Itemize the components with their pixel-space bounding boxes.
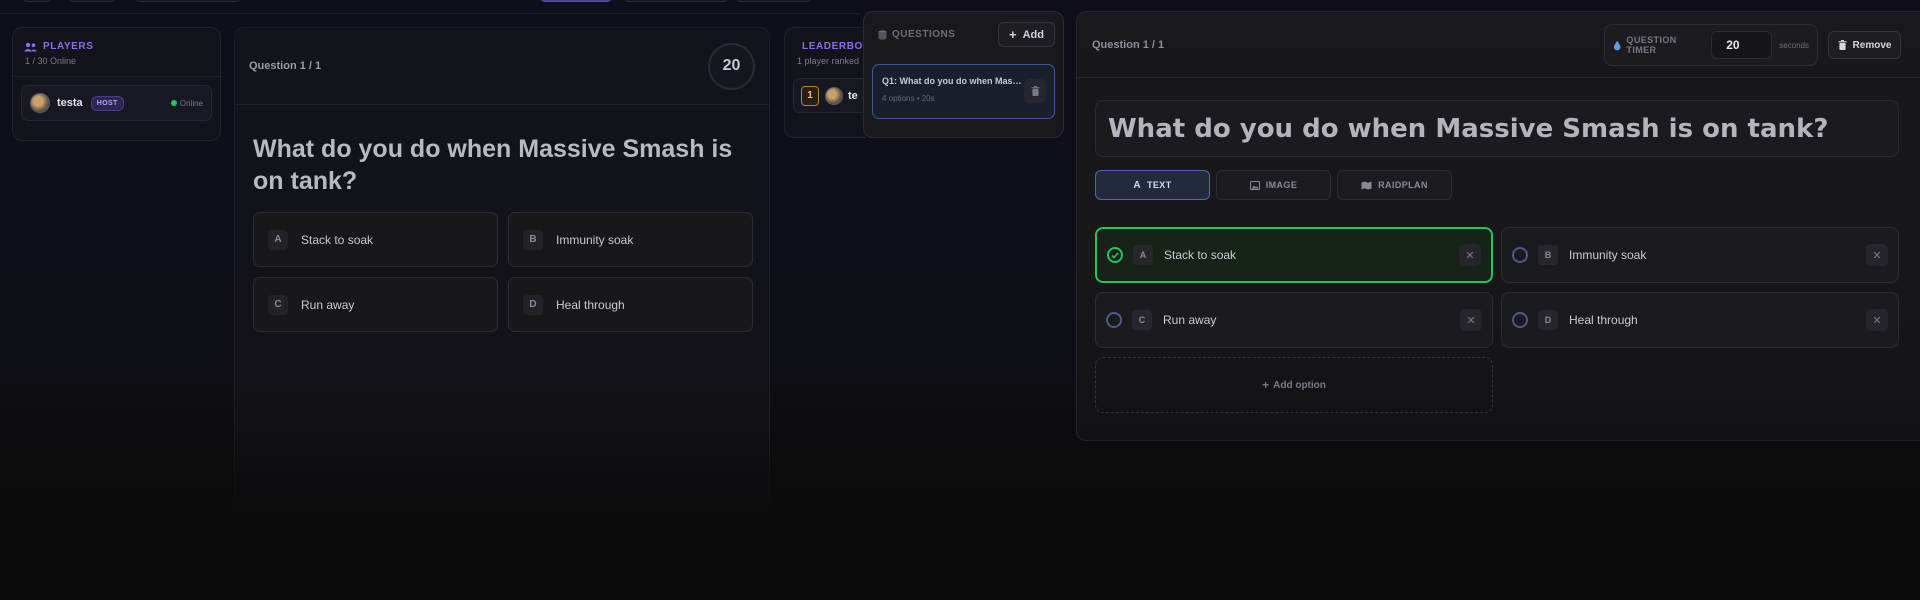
image-icon [1249, 180, 1260, 190]
map-icon [1361, 181, 1372, 189]
option-letter: B [523, 229, 543, 250]
timer-label: QUESTION TIMER [1626, 35, 1677, 55]
answer-options: A Stack to soak B Immunity soak C Run aw… [253, 212, 753, 332]
top-toolbar-strip [0, 0, 860, 14]
answer-option-b[interactable]: B Immunity soak [508, 212, 753, 267]
answer-option-c[interactable]: C Run away [253, 277, 498, 332]
question-item-title: Q1: What do you do when Massive Smash is… [882, 76, 1022, 86]
toolbar-button[interactable] [22, 0, 52, 2]
plus-icon: + [1009, 27, 1017, 42]
countdown-timer: 20 [708, 42, 755, 90]
question-list-item[interactable]: Q1: What do you do when Massive Smash is… [872, 64, 1055, 119]
leaderboard-title: LEADERBO [802, 41, 863, 52]
remove-question-button[interactable]: Remove [1828, 31, 1901, 59]
toolbar-button[interactable] [135, 0, 241, 2]
players-title: PLAYERS [43, 41, 94, 52]
close-icon[interactable]: ✕ [1866, 244, 1888, 266]
leaderboard-row: 1 te [793, 78, 866, 113]
option-label-input[interactable]: Run away [1163, 313, 1216, 327]
questions-title: QUESTIONS [892, 29, 956, 40]
player-name: testa [57, 97, 83, 109]
option-label-input[interactable]: Immunity soak [1569, 248, 1646, 262]
toolbar-active-button[interactable] [540, 0, 612, 2]
option-letter: D [1538, 310, 1558, 330]
close-icon[interactable]: ✕ [1459, 244, 1481, 266]
option-label: Run away [301, 297, 355, 312]
close-icon[interactable]: ✕ [1866, 309, 1888, 331]
option-letter: D [523, 294, 543, 315]
droplet-icon [1613, 40, 1621, 50]
question-text: What do you do when Massive Smash is on … [253, 135, 733, 195]
questions-list-panel: QUESTIONS + Add Q1: What do you do when … [863, 11, 1064, 138]
question-timer-control: QUESTION TIMER 20 seconds [1604, 24, 1818, 66]
timer-input[interactable]: 20 [1711, 31, 1773, 59]
question-counter: Question 1 / 1 [249, 60, 322, 72]
leaderboard-subtitle: 1 player ranked [797, 56, 860, 66]
radio-icon[interactable] [1512, 247, 1528, 263]
database-icon [878, 29, 887, 40]
option-letter: A [268, 229, 288, 250]
option-label-input[interactable]: Heal through [1569, 313, 1638, 327]
correct-check-icon[interactable] [1107, 247, 1123, 263]
close-icon[interactable]: ✕ [1460, 309, 1482, 331]
editor-answer-options: A Stack to soak ✕ B Immunity soak ✕ C Ru… [1095, 227, 1899, 413]
avatar [30, 93, 50, 113]
toolbar-button[interactable] [68, 0, 116, 2]
tab-text[interactable]: A TEXT [1095, 170, 1210, 200]
players-panel: PLAYERS 1 / 30 Online testa HOST Online [12, 27, 221, 141]
option-label: Heal through [556, 297, 625, 312]
question-type-tabs: A TEXT IMAGE RAIDPLAN [1095, 170, 1452, 200]
host-badge: HOST [90, 95, 124, 111]
toolbar-button[interactable] [736, 0, 812, 2]
toolbar-button[interactable] [624, 0, 728, 2]
text-type-icon: A [1133, 179, 1141, 191]
option-letter: B [1538, 245, 1558, 265]
editor-option-c[interactable]: C Run away ✕ [1095, 292, 1493, 348]
tab-image[interactable]: IMAGE [1216, 170, 1331, 200]
editor-question-counter: Question 1 / 1 [1092, 38, 1165, 51]
question-title-input[interactable]: What do you do when Massive Smash is on … [1095, 100, 1899, 157]
editor-option-b[interactable]: B Immunity soak ✕ [1501, 227, 1899, 283]
question-preview-panel: Question 1 / 1 20 What do you do when Ma… [234, 27, 770, 587]
players-icon [24, 42, 37, 51]
answer-option-a[interactable]: A Stack to soak [253, 212, 498, 267]
status-badge: Online [170, 98, 203, 108]
editor-option-a[interactable]: A Stack to soak ✕ [1095, 227, 1493, 283]
leaderboard-panel: LEADERBO 1 player ranked 1 te [784, 27, 866, 138]
tab-raidplan[interactable]: RAIDPLAN [1337, 170, 1452, 200]
option-label: Immunity soak [556, 232, 634, 247]
option-label: Stack to soak [301, 232, 374, 247]
option-letter: A [1133, 245, 1153, 265]
players-online-count: 1 / 30 Online [25, 56, 77, 66]
editor-option-d[interactable]: D Heal through ✕ [1501, 292, 1899, 348]
trash-icon [1031, 86, 1039, 96]
rank-badge: 1 [801, 85, 819, 106]
player-row[interactable]: testa HOST Online [21, 85, 212, 121]
leaderboard-player-name: te [848, 89, 858, 102]
player-status: Online [179, 98, 203, 108]
trash-icon [1838, 40, 1847, 50]
option-label-input[interactable]: Stack to soak [1164, 248, 1236, 262]
answer-option-d[interactable]: D Heal through [508, 277, 753, 332]
question-title-text: What do you do when Massive Smash is on … [1108, 113, 1829, 144]
online-dot-icon [170, 100, 177, 106]
add-question-button[interactable]: + Add [998, 22, 1055, 47]
timer-unit: seconds [1779, 40, 1809, 50]
option-letter: C [1132, 310, 1152, 330]
plus-icon: + [1262, 378, 1270, 392]
add-option-button[interactable]: + Add option [1095, 357, 1493, 413]
radio-icon[interactable] [1512, 312, 1528, 328]
avatar [825, 86, 843, 105]
delete-question-button[interactable] [1024, 79, 1046, 103]
radio-icon[interactable] [1106, 312, 1122, 328]
option-letter: C [268, 294, 288, 315]
question-editor-panel: Question 1 / 1 QUESTION TIMER 20 seconds… [1076, 11, 1920, 441]
